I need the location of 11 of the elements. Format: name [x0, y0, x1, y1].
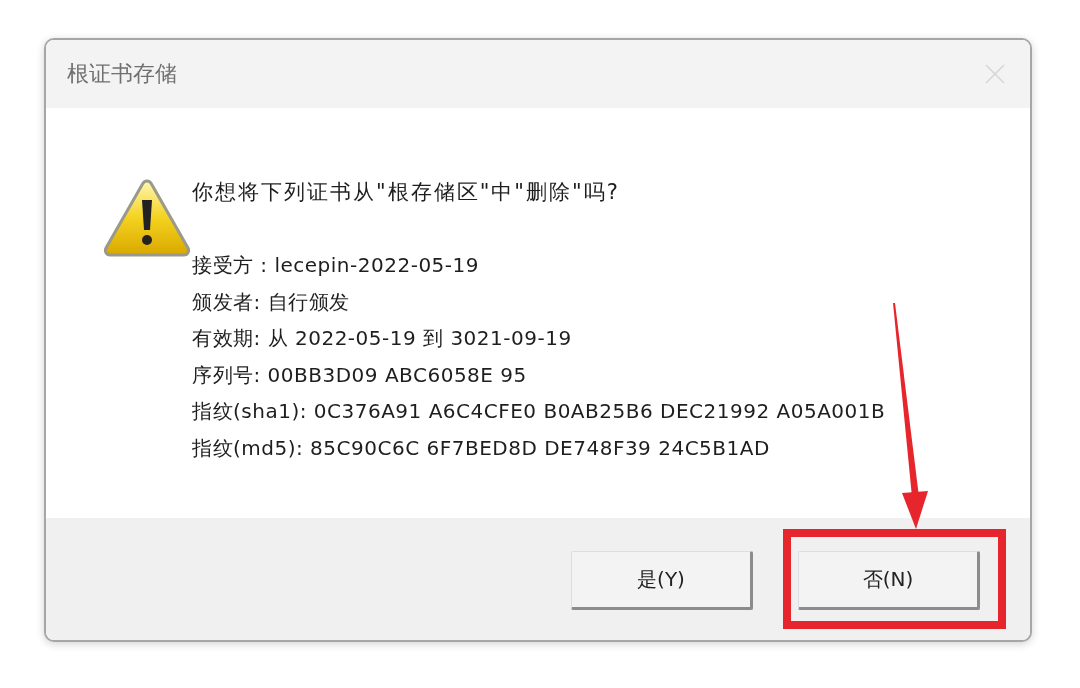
- detail-line: 颁发者: 自行颁发: [192, 288, 351, 316]
- message-text: 你想将下列证书从"根存储区"中"删除"吗?: [192, 179, 621, 206]
- detail-line: 序列号: 00BB3D09 ABC6058E 95: [192, 361, 528, 389]
- detail-line: 有效期: 从 2022-05-19 到 3021-09-19: [192, 325, 573, 352]
- dialog-button[interactable]: 否(N): [798, 551, 980, 610]
- detail-line: 指纹(sha1): 0C376A91 A6C4CFE0 B0AB25B6 DEC21992 A05A001B: [192, 398, 886, 425]
- window-title: 根证书存储: [67, 60, 177, 88]
- warning-icon: [103, 178, 191, 258]
- detail-line: 接受方 : lecepin-2022-05-19: [192, 252, 480, 279]
- detail-line: 指纹(md5): 85C90C6C 6F7BED8D DE748F39 24C5B1AD: [192, 434, 771, 462]
- dialog-button[interactable]: 是(Y): [571, 551, 753, 610]
